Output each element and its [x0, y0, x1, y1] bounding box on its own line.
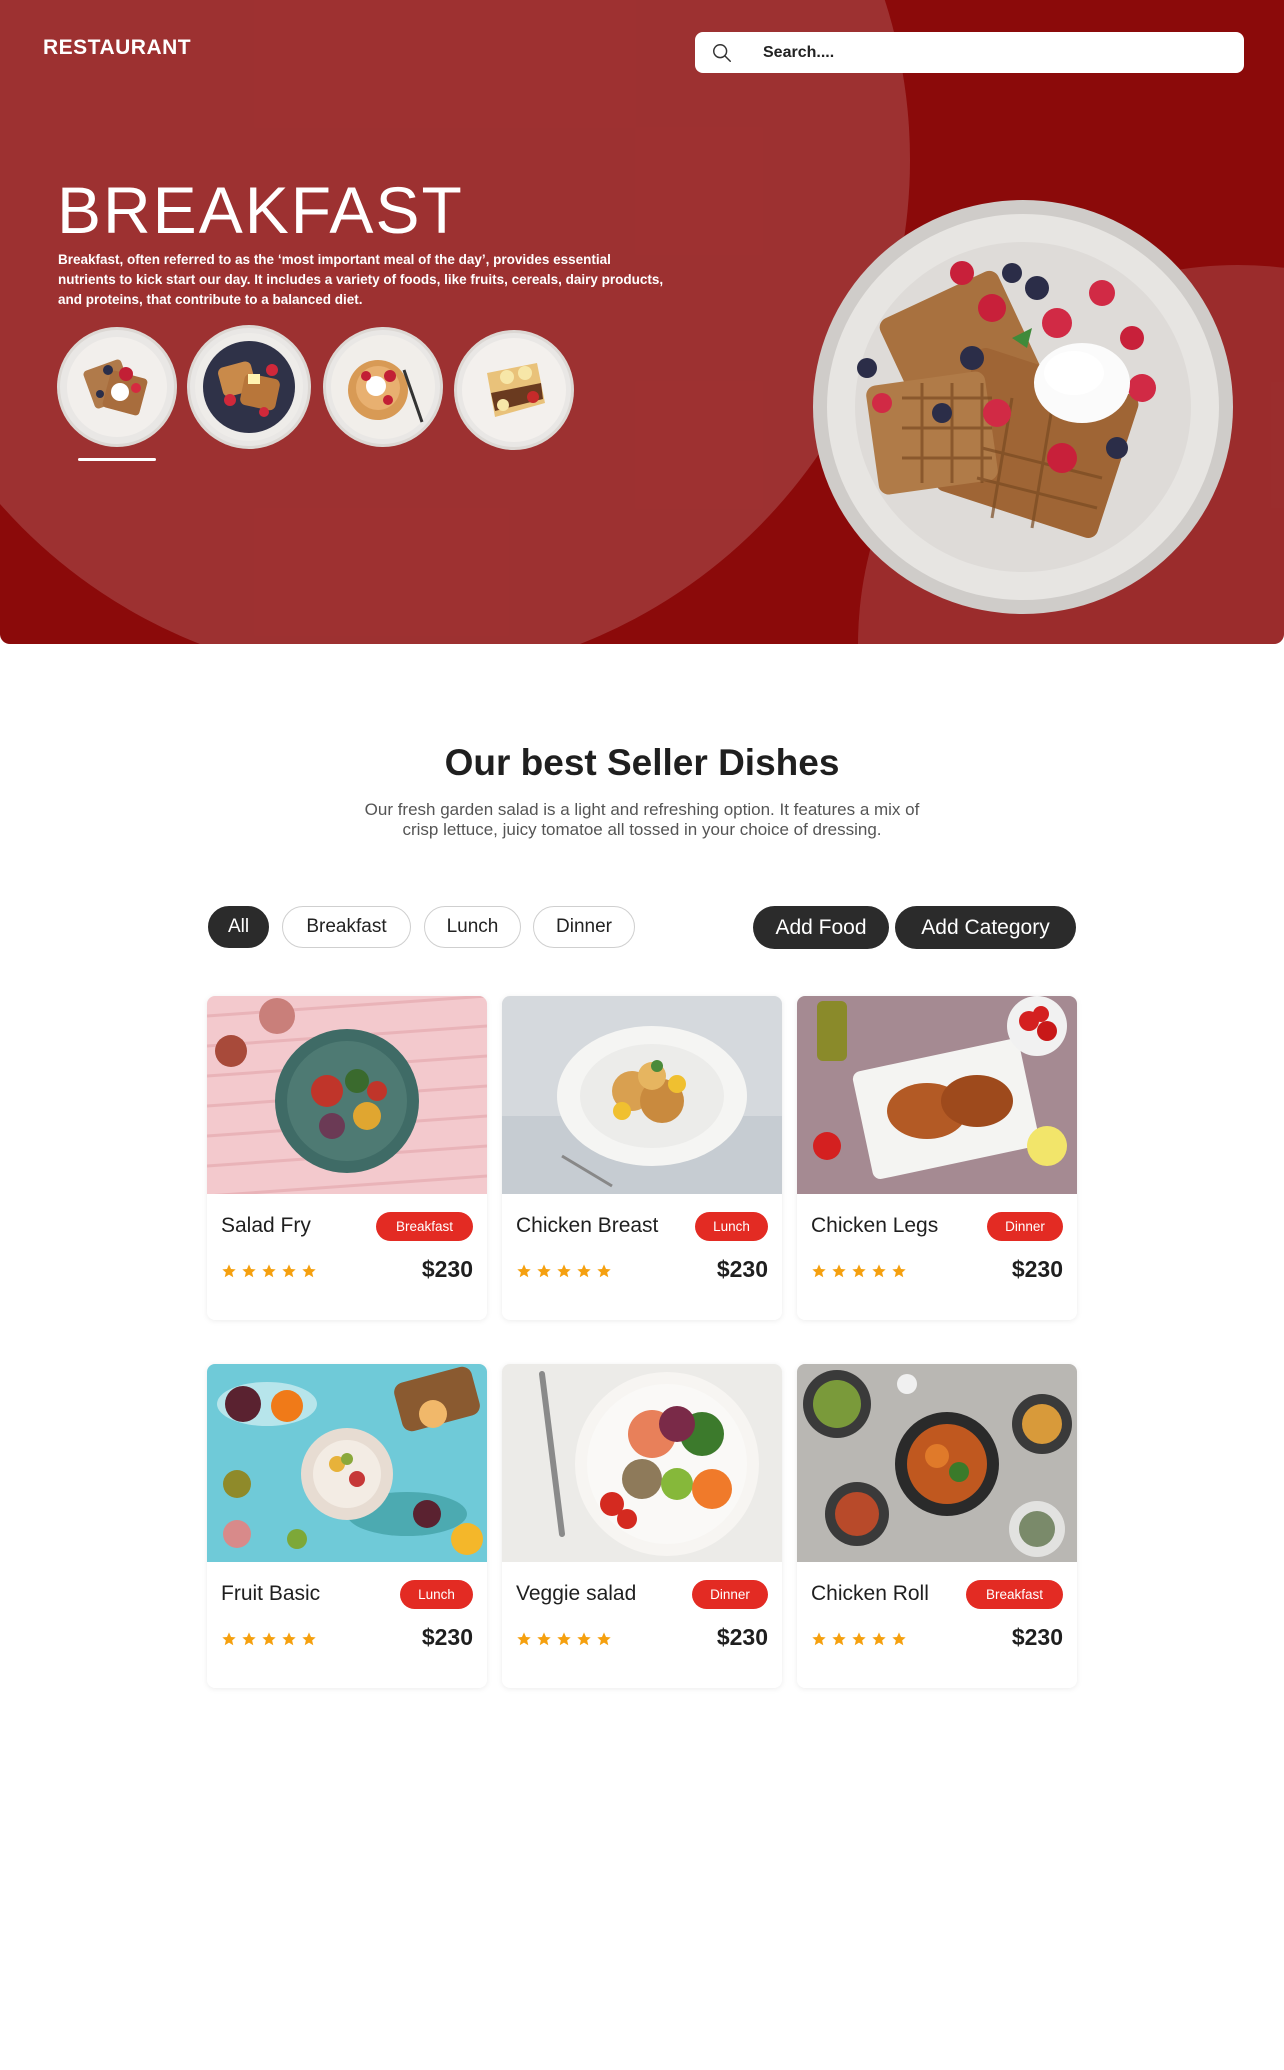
thumbnail-pancakes[interactable]	[326, 330, 440, 444]
star-icon	[892, 1264, 906, 1278]
thumbnail-waffles[interactable]	[60, 330, 174, 444]
star-icon	[517, 1632, 531, 1646]
star-icon	[242, 1264, 256, 1278]
add-category-button[interactable]: Add Category	[895, 906, 1076, 949]
brand-logo[interactable]: RESTAURANT	[43, 36, 191, 60]
category-badge: Dinner	[987, 1212, 1063, 1241]
filter-lunch-button[interactable]: Lunch	[424, 906, 521, 948]
dish-card-chicken-legs[interactable]: Chicken Legs Dinner $230	[797, 996, 1077, 1320]
french-toast-thumb-image	[195, 333, 303, 441]
dish-card-fruit-basic[interactable]: Fruit Basic Lunch $230	[207, 1364, 487, 1688]
dish-card-veggie-salad[interactable]: Veggie salad Dinner $230	[502, 1364, 782, 1688]
rating-stars	[221, 1263, 317, 1279]
dish-price: $230	[421, 1256, 473, 1282]
star-icon	[852, 1632, 866, 1646]
star-icon	[872, 1632, 886, 1646]
star-icon	[302, 1632, 316, 1646]
section-description: Our fresh garden salad is a light and re…	[364, 800, 920, 839]
search-icon	[713, 44, 731, 62]
dish-price: $230	[716, 1256, 768, 1282]
star-icon	[282, 1264, 296, 1278]
chicken-roll-image	[797, 1364, 1077, 1562]
dish-name: Veggie salad	[516, 1582, 637, 1605]
hero-waffle-plate-image	[813, 200, 1233, 614]
star-icon	[262, 1632, 276, 1646]
selected-thumbnail-indicator	[78, 458, 156, 461]
category-badge: Breakfast	[966, 1580, 1063, 1609]
star-icon	[832, 1264, 846, 1278]
star-icon	[577, 1264, 591, 1278]
dish-card-chicken-breast[interactable]: Chicken Breast Lunch $230	[502, 996, 782, 1320]
star-icon	[812, 1264, 826, 1278]
category-badge: Breakfast	[376, 1212, 473, 1241]
star-icon	[597, 1632, 611, 1646]
star-icon	[537, 1632, 551, 1646]
dish-name: Salad Fry	[221, 1214, 311, 1237]
thumbnail-french-toast[interactable]	[190, 328, 308, 446]
category-badge: Dinner	[692, 1580, 768, 1609]
rating-stars	[516, 1631, 612, 1647]
hero-description: Breakfast, often referred to as the ‘mos…	[58, 252, 664, 307]
pancakes-thumb-image	[331, 335, 435, 439]
filter-all-button[interactable]: All	[208, 906, 269, 948]
star-icon	[302, 1264, 316, 1278]
hero-banner: RESTAURANT BREAKFAST Breakfast, often re…	[0, 0, 1284, 644]
rating-stars	[811, 1631, 907, 1647]
star-icon	[832, 1632, 846, 1646]
star-icon	[812, 1632, 826, 1646]
star-icon	[242, 1632, 256, 1646]
star-icon	[282, 1632, 296, 1646]
dish-price: $230	[716, 1624, 768, 1650]
dish-card-chicken-roll[interactable]: Chicken Roll Breakfast $230	[797, 1364, 1077, 1688]
rating-stars	[221, 1631, 317, 1647]
hero-decor-circle	[0, 0, 910, 644]
star-icon	[597, 1264, 611, 1278]
star-icon	[222, 1632, 236, 1646]
star-icon	[222, 1264, 236, 1278]
veggie-salad-image	[502, 1364, 782, 1562]
crepes-thumb-image	[462, 338, 566, 442]
salad-fry-image	[207, 996, 487, 1194]
star-icon	[537, 1264, 551, 1278]
add-food-button[interactable]: Add Food	[753, 906, 889, 949]
rating-stars	[811, 1263, 907, 1279]
dish-name: Chicken Legs	[811, 1214, 939, 1237]
dish-name: Chicken Breast	[516, 1214, 659, 1237]
chicken-breast-image	[502, 996, 782, 1194]
star-icon	[872, 1264, 886, 1278]
dish-price: $230	[1011, 1624, 1063, 1650]
dish-price: $230	[1011, 1256, 1063, 1282]
star-icon	[517, 1264, 531, 1278]
section-title: Our best Seller Dishes	[444, 742, 840, 783]
dish-name: Fruit Basic	[221, 1582, 321, 1605]
filter-dinner-button[interactable]: Dinner	[533, 906, 635, 948]
dish-card-salad-fry[interactable]: Salad Fry Breakfast $230	[207, 996, 487, 1320]
thumbnail-crepes[interactable]	[457, 333, 571, 447]
filter-breakfast-button[interactable]: Breakfast	[282, 906, 411, 948]
star-icon	[577, 1632, 591, 1646]
rating-stars	[516, 1263, 612, 1279]
star-icon	[557, 1632, 571, 1646]
category-badge: Lunch	[695, 1212, 768, 1241]
star-icon	[557, 1264, 571, 1278]
star-icon	[852, 1264, 866, 1278]
search-bar[interactable]	[695, 32, 1244, 73]
dish-name: Chicken Roll	[811, 1582, 929, 1605]
waffles-thumb-image	[67, 337, 167, 437]
search-input[interactable]	[763, 40, 1223, 65]
hero-title: BREAKFAST	[57, 173, 464, 247]
category-badge: Lunch	[400, 1580, 473, 1609]
chicken-legs-image	[797, 996, 1077, 1194]
star-icon	[262, 1264, 276, 1278]
fruit-basic-image	[207, 1364, 487, 1562]
dish-price: $230	[421, 1624, 473, 1650]
star-icon	[892, 1632, 906, 1646]
